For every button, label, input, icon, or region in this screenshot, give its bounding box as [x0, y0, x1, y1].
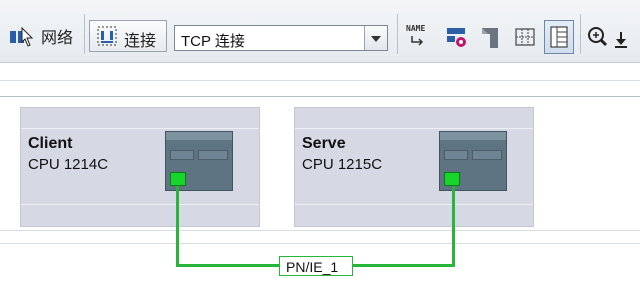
device-name: Serve [302, 135, 346, 152]
device-band [21, 204, 259, 205]
network-view-label[interactable]: 网络 [41, 24, 73, 48]
device-band [295, 128, 533, 129]
network-view-icon[interactable] [8, 26, 36, 48]
connection-type-value: TCP 连接 [181, 33, 245, 50]
plc-slot [444, 150, 468, 160]
canvas-gridline [0, 80, 640, 81]
device-type: CPU 1215C [302, 156, 383, 173]
highlight-connections-icon[interactable] [442, 20, 472, 54]
network-wire[interactable] [452, 186, 455, 266]
plc-slot [472, 150, 502, 160]
plc-module-icon[interactable] [439, 131, 507, 191]
canvas-gridline [0, 96, 640, 97]
table-view-icon[interactable] [544, 20, 574, 54]
toolbar-separator [84, 14, 85, 54]
toolbar-separator [397, 14, 398, 54]
connect-button[interactable]: 连接 [89, 20, 167, 52]
plc-top [166, 132, 232, 140]
canvas-gridline [0, 230, 640, 231]
toolbar-separator [580, 14, 581, 54]
subnet-label[interactable]: PN/IE_1 [279, 256, 353, 276]
network-wire[interactable] [176, 186, 179, 266]
plc-slot [170, 150, 194, 160]
canvas-gridline [0, 243, 640, 244]
show-names-icon[interactable]: NAME [404, 20, 434, 54]
plc-module-icon[interactable] [165, 131, 233, 191]
profinet-port[interactable] [444, 172, 460, 186]
device-band [295, 204, 533, 205]
connect-button-label: 连接 [124, 33, 157, 50]
profinet-port[interactable] [170, 172, 186, 186]
zoom-icon[interactable] [584, 20, 614, 54]
device-type: CPU 1214C [28, 156, 109, 173]
chevron-down-icon[interactable] [364, 26, 387, 50]
connection-type-select[interactable]: TCP 连接 [174, 25, 388, 51]
subnet-name: PN/IE_1 [286, 259, 339, 275]
plc-top [440, 132, 506, 140]
download-arrow-icon[interactable] [612, 20, 636, 54]
toolbar: 网络 连接 TCP 连接 NAME [0, 0, 640, 63]
connect-icon [96, 25, 118, 47]
page-break-icon[interactable] [476, 20, 506, 54]
device-name: Client [28, 135, 73, 152]
device-band [21, 128, 259, 129]
grid-icon[interactable] [510, 20, 540, 54]
plc-slot [198, 150, 228, 160]
